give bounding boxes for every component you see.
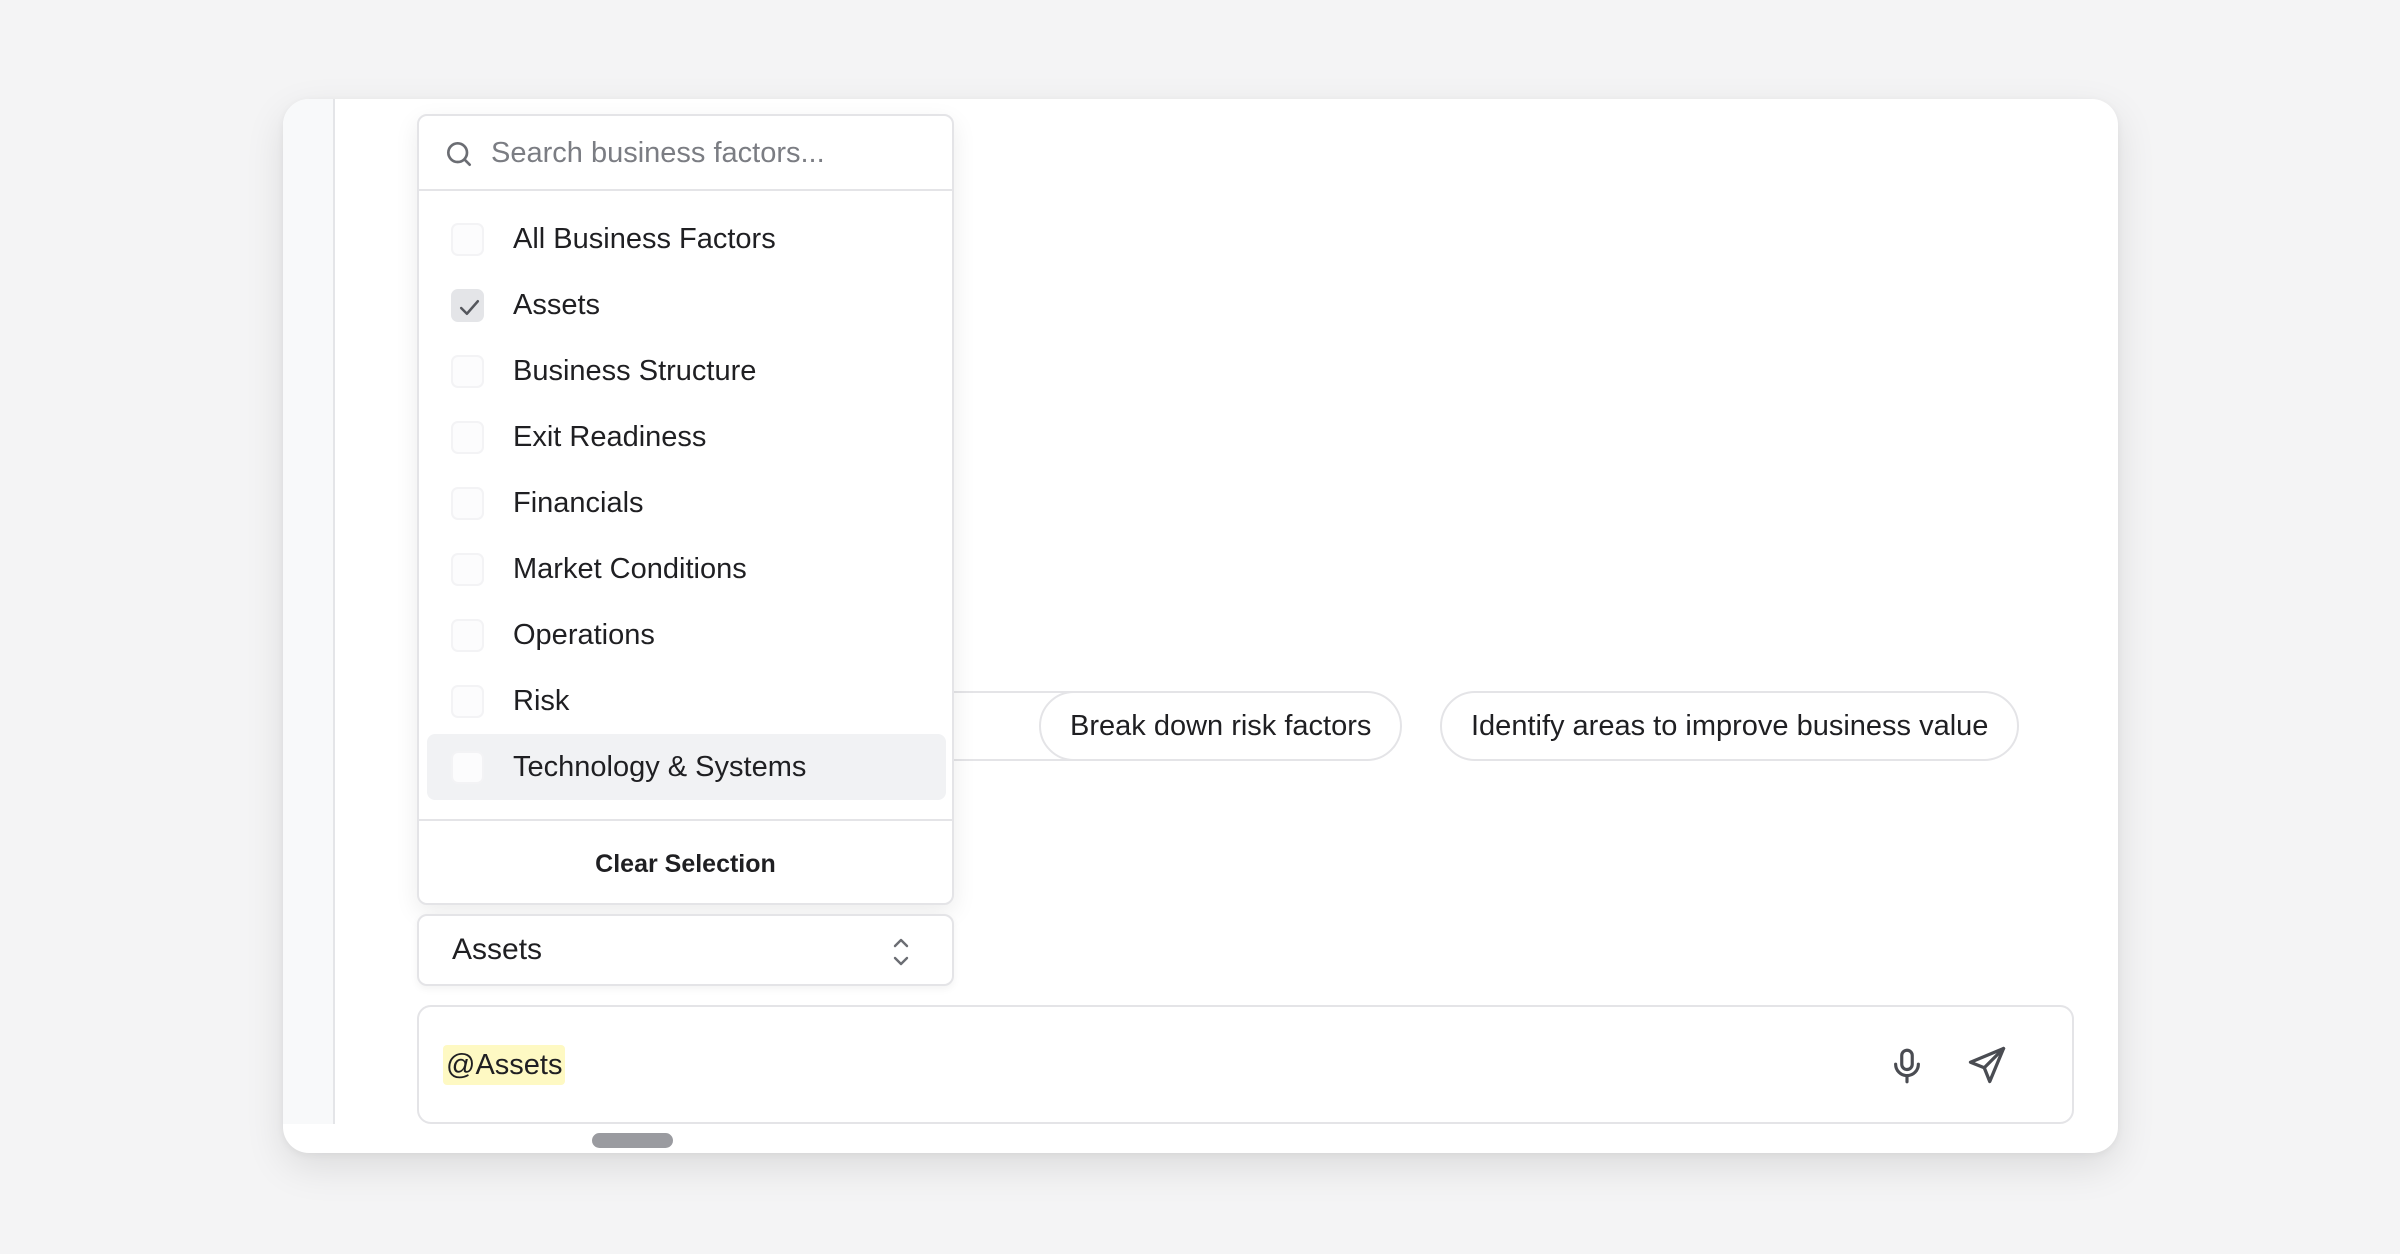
option-business-structure[interactable]: Business Structure <box>427 338 946 404</box>
suggestion-chip-risk-factors[interactable]: Break down risk factors <box>1039 691 1403 761</box>
checkbox[interactable] <box>451 685 484 718</box>
message-composer[interactable]: @Assets <box>417 1005 2074 1124</box>
check-icon <box>459 300 480 315</box>
search-icon <box>447 142 471 166</box>
scrollbar-handle[interactable] <box>592 1133 673 1148</box>
checkbox[interactable] <box>451 355 484 388</box>
business-factor-select[interactable]: Assets <box>417 914 954 986</box>
option-label: Technology & Systems <box>513 751 807 783</box>
option-label: Operations <box>513 619 655 651</box>
checkbox[interactable] <box>451 421 484 454</box>
mention-tag: @Assets <box>443 1045 566 1085</box>
option-risk[interactable]: Risk <box>427 668 946 734</box>
option-financials[interactable]: Financials <box>427 470 946 536</box>
checkbox[interactable] <box>451 619 484 652</box>
clear-selection-button[interactable]: Clear Selection <box>419 821 952 905</box>
search-bar <box>419 116 952 191</box>
option-list: All Business Factors Assets Business Str… <box>427 206 946 800</box>
app-window: ent Break down risk factors Identify are… <box>283 99 2118 1153</box>
option-market-conditions[interactable]: Market Conditions <box>427 536 946 602</box>
option-label: Exit Readiness <box>513 421 707 453</box>
business-factor-dropdown: All Business Factors Assets Business Str… <box>417 114 954 905</box>
option-label: Market Conditions <box>513 553 747 585</box>
microphone-icon[interactable] <box>1886 1045 1928 1087</box>
dropdown-footer: Clear Selection <box>419 819 952 905</box>
option-assets[interactable]: Assets <box>427 272 946 338</box>
send-icon[interactable] <box>1965 1043 2009 1087</box>
option-label: Risk <box>513 685 570 717</box>
checkbox[interactable] <box>451 223 484 256</box>
checkbox-checked[interactable] <box>451 289 484 322</box>
suggestion-chip-improve-value[interactable]: Identify areas to improve business value <box>1440 691 2020 761</box>
checkbox[interactable] <box>451 751 484 784</box>
chevron-up-down-icon <box>893 938 909 966</box>
sidebar-strip <box>283 99 335 1124</box>
option-exit-readiness[interactable]: Exit Readiness <box>427 404 946 470</box>
option-label: Assets <box>513 289 601 321</box>
option-all-business-factors[interactable]: All Business Factors <box>427 206 946 272</box>
option-operations[interactable]: Operations <box>427 602 946 668</box>
search-input[interactable] <box>491 128 931 178</box>
option-label: Business Structure <box>513 355 757 387</box>
option-label: Financials <box>513 487 644 519</box>
option-label: All Business Factors <box>513 223 776 255</box>
select-value: Assets <box>452 933 543 966</box>
option-technology-systems[interactable]: Technology & Systems <box>427 734 946 800</box>
checkbox[interactable] <box>451 553 484 586</box>
checkbox[interactable] <box>451 487 484 520</box>
